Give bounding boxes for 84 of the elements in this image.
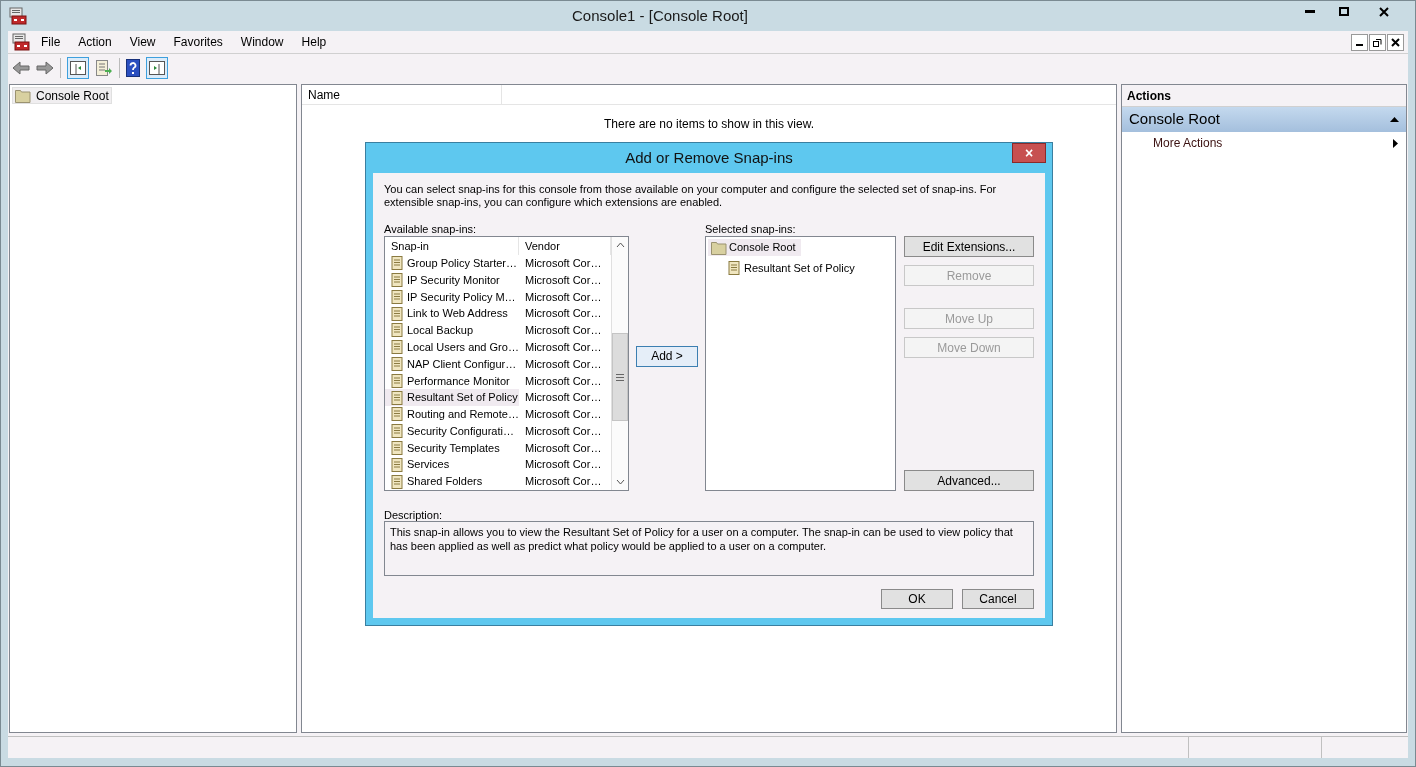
snap-in-row[interactable]: Security Templates Microsoft Cor… [385, 439, 611, 457]
description-box: This snap-in allows you to view the Resultant Set of Policy for a user on a computer. The snap-in can be used to view policy that has been applied as well as predict what policy would be applied to a user on a computer. [384, 521, 1034, 576]
snap-in-action-button[interactable]: Advanced... [904, 470, 1034, 491]
document-icon [389, 456, 405, 473]
menu-item[interactable]: Window [233, 33, 291, 51]
close-button[interactable] [1387, 33, 1404, 51]
menu-item[interactable]: Action [71, 33, 119, 51]
document-icon [389, 355, 405, 372]
snap-in-row[interactable]: Group Policy Starter… Microsoft Cor… [385, 254, 611, 272]
dialog-title: Add or Remove Snap-ins [625, 147, 793, 168]
intro-text: You can select snap-ins for this console from those available on your computer and configure the selected set of snap-ins. For extensible snap-ins, you can configure which extensions are enabled. [384, 183, 998, 209]
mdi-restore-icon [1373, 37, 1382, 47]
document-icon [389, 423, 405, 440]
actions-header: Actions [1122, 85, 1406, 107]
document-icon [389, 322, 405, 339]
folder-icon [711, 240, 727, 255]
snap-in-row[interactable]: Local Users and Gro… Microsoft Cor… [385, 338, 611, 356]
document-icon [389, 255, 405, 272]
menu-item[interactable]: Help [294, 33, 334, 51]
window-title: Console1 - [Console Root] [571, 5, 749, 26]
maximize-icon [1339, 7, 1349, 16]
document-icon [389, 372, 405, 389]
document-icon [389, 439, 405, 456]
snap-in-row[interactable]: NAP Client Configur… Microsoft Cor… [385, 355, 611, 373]
minimize-button[interactable] [1351, 33, 1368, 51]
scrollbar[interactable] [611, 237, 628, 490]
show-hide-action-pane-button[interactable] [146, 56, 168, 79]
export-list-icon[interactable] [95, 58, 113, 77]
folder-icon [15, 88, 31, 103]
document-icon [389, 271, 405, 288]
cancel-button[interactable]: Cancel [962, 589, 1034, 609]
snap-in-row[interactable]: Link to Web Address Microsoft Cor… [385, 305, 611, 322]
menu-item[interactable]: File [34, 33, 68, 51]
add-button[interactable]: Add > [636, 345, 698, 367]
scroll-down-icon[interactable] [615, 479, 625, 485]
restore-button[interactable] [1369, 33, 1386, 51]
actions-section-header[interactable]: Console Root [1122, 107, 1406, 132]
menu-item[interactable]: Favorites [166, 33, 230, 51]
available-label: Available snap-ins: [384, 222, 478, 236]
snap-in-action-button[interactable]: Edit Extensions... [904, 236, 1034, 257]
snap-in-row[interactable]: Security Configurati… Microsoft Cor… [385, 422, 611, 440]
snap-in-row[interactable]: IP Security Monitor Microsoft Cor… [385, 271, 611, 289]
forward-arrow-icon[interactable] [36, 59, 54, 76]
close-icon [1379, 6, 1389, 17]
document-icon [389, 473, 405, 490]
toolbox-icon [12, 33, 30, 51]
action-link[interactable]: More Actions [1122, 132, 1406, 154]
menu-item[interactable]: View [122, 33, 163, 51]
snap-in-row[interactable]: IP Security Policy M… Microsoft Cor… [385, 288, 611, 306]
description-label: Description: [384, 508, 444, 521]
document-icon [389, 305, 405, 322]
document-icon [389, 288, 405, 305]
ok-button[interactable]: OK [881, 589, 953, 609]
document-icon [389, 389, 405, 406]
collapse-caret-icon [1390, 117, 1399, 122]
snap-in-row[interactable]: Routing and Remote… Microsoft Cor… [385, 405, 611, 423]
submenu-caret-icon [1393, 138, 1398, 148]
scroll-thumb[interactable] [612, 333, 628, 421]
help-icon[interactable] [126, 58, 140, 77]
selected-label: Selected snap-ins: [705, 222, 797, 236]
scroll-up-icon[interactable] [615, 242, 625, 248]
snap-in-row[interactable]: Shared Folders Microsoft Cor… [385, 473, 611, 490]
back-arrow-icon[interactable] [12, 59, 30, 76]
mdi-close-icon [1391, 37, 1400, 47]
close-button[interactable]: × [1012, 143, 1046, 163]
minimize-icon [1305, 10, 1315, 13]
show-hide-tree-button[interactable] [67, 56, 89, 79]
snap-in-row[interactable]: Services Microsoft Cor… [385, 456, 611, 474]
panel-icon [70, 60, 86, 75]
grip-icon [616, 373, 624, 381]
tree-item[interactable]: Console Root [708, 239, 801, 256]
column-header[interactable]: Snap-in [385, 237, 519, 255]
document-icon [389, 406, 405, 423]
mdi-minimize-icon [1356, 44, 1363, 46]
empty-message: There are no items to show in this view. [603, 116, 815, 133]
snap-in-row[interactable]: Performance Monitor Microsoft Cor… [385, 372, 611, 390]
document-icon [726, 260, 742, 276]
snap-in-row[interactable]: Local Backup Microsoft Cor… [385, 321, 611, 339]
document-icon [389, 339, 405, 356]
tree-item[interactable]: Console Root [12, 87, 112, 104]
column-header[interactable]: Name [302, 85, 502, 104]
toolbox-icon [9, 7, 27, 25]
panel-icon [149, 60, 165, 75]
tree-item[interactable]: Resultant Set of Policy [726, 259, 855, 277]
